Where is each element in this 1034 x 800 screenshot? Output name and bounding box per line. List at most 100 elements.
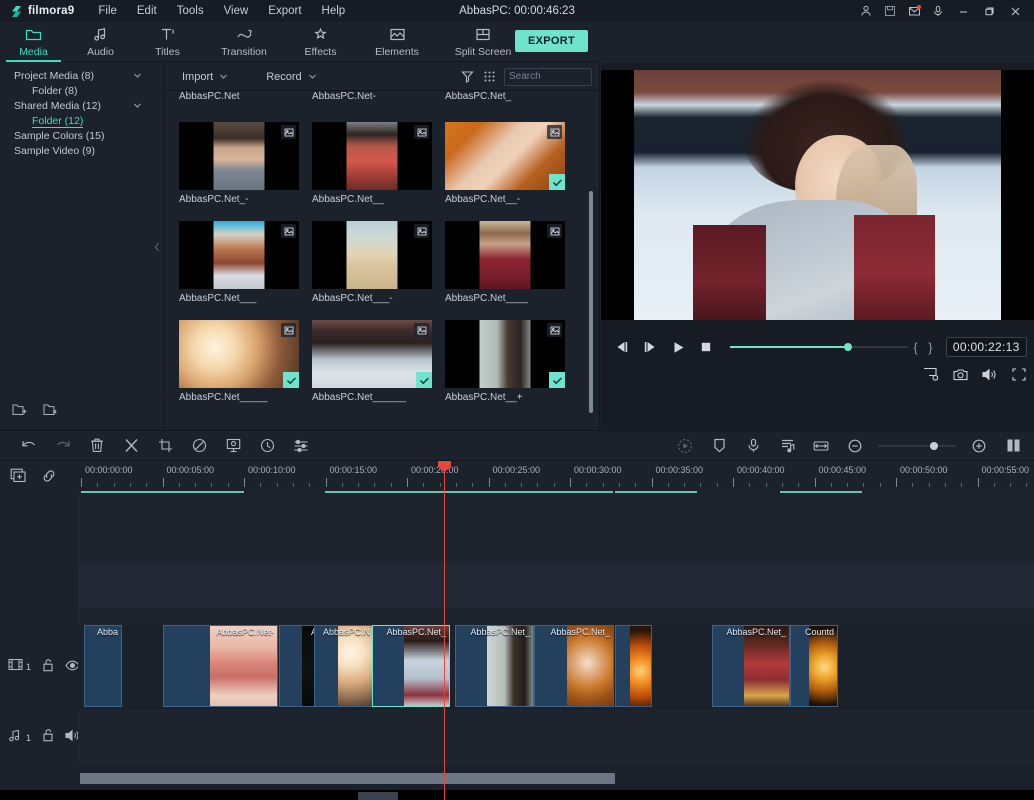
media-thumbnail[interactable]: [179, 122, 299, 190]
tab-transition[interactable]: Transition: [201, 22, 287, 62]
zoom-out-icon[interactable]: [838, 434, 872, 458]
redo-icon[interactable]: [46, 434, 80, 458]
timeline-horizontal-scrollbar[interactable]: [80, 773, 615, 784]
panel-collapse-handle[interactable]: [152, 240, 162, 254]
tree-item-folder-12[interactable]: Folder (12): [0, 114, 164, 128]
fullscreen-icon[interactable]: [1012, 368, 1026, 381]
tab-effects[interactable]: Effects: [287, 22, 354, 62]
tab-titles[interactable]: Titles: [134, 22, 201, 62]
media-thumbnail[interactable]: [312, 221, 432, 289]
media-item[interactable]: AbbasPC.Net_____: [179, 320, 312, 406]
timeline-clip[interactable]: [615, 625, 652, 707]
timeline-clip[interactable]: AbbasPC.Net-: [163, 625, 278, 707]
media-item[interactable]: AbbasPC.Net______: [312, 320, 445, 406]
split-view-icon[interactable]: [996, 434, 1030, 458]
search-box[interactable]: [504, 68, 592, 86]
speed-icon[interactable]: [250, 434, 284, 458]
timeline-clip[interactable]: Abba: [84, 625, 122, 707]
timeline-clip[interactable]: AbbasPC.N: [314, 625, 374, 707]
tree-item-sample-video[interactable]: Sample Video (9): [0, 144, 164, 158]
media-thumbnail[interactable]: [445, 122, 565, 190]
link-icon[interactable]: [41, 469, 57, 488]
tab-split-screen[interactable]: Split Screen: [440, 22, 526, 62]
audio-track-lane[interactable]: [78, 710, 1034, 765]
chevron-down-icon[interactable]: [133, 71, 142, 80]
media-thumbnail[interactable]: [445, 320, 565, 388]
audio-mixer-icon[interactable]: [284, 434, 318, 458]
export-button[interactable]: EXPORT: [515, 30, 588, 52]
menu-item-file[interactable]: File: [88, 2, 127, 20]
mark-out-button[interactable]: }: [923, 340, 938, 355]
save-icon[interactable]: [878, 0, 902, 22]
timeline-zoom-slider[interactable]: [878, 439, 956, 453]
tree-item-sample-colors[interactable]: Sample Colors (15): [0, 129, 164, 143]
media-thumbnail[interactable]: [179, 221, 299, 289]
media-item[interactable]: AbbasPC.Net_-: [179, 122, 312, 208]
preview-stage[interactable]: [601, 70, 1034, 320]
media-thumbnail[interactable]: [312, 320, 432, 388]
stop-button[interactable]: [692, 335, 720, 359]
zoom-in-icon[interactable]: [962, 434, 996, 458]
media-item[interactable]: AbbasPC.Net___-: [312, 221, 445, 307]
media-item[interactable]: AbbasPC.Net: [179, 91, 312, 109]
timeline-clip[interactable]: AbbasPC.Net_: [372, 625, 450, 707]
timeline-empty-lane-3[interactable]: [78, 608, 1034, 625]
crop-icon[interactable]: [148, 434, 182, 458]
media-item[interactable]: AbbasPC.Net_: [445, 91, 578, 109]
media-vertical-scrollbar[interactable]: [589, 191, 593, 413]
timeline-clip[interactable]: Countd: [790, 625, 838, 707]
color-icon[interactable]: [182, 434, 216, 458]
fit-timeline-icon[interactable]: [804, 434, 838, 458]
tab-audio[interactable]: Audio: [67, 22, 134, 62]
detach-audio-icon[interactable]: [770, 434, 804, 458]
voiceover-icon[interactable]: [736, 434, 770, 458]
media-thumbnail[interactable]: [312, 122, 432, 190]
chevron-down-icon[interactable]: [133, 101, 142, 110]
tab-media[interactable]: Media: [0, 22, 67, 62]
import-button[interactable]: Import: [176, 66, 234, 88]
menu-item-export[interactable]: Export: [258, 2, 311, 20]
timeline-empty-lane-1[interactable]: [78, 495, 1034, 563]
timeline-ruler[interactable]: 00:00:00:0000:00:05:0000:00:10:0000:00:1…: [78, 461, 1034, 495]
filter-icon[interactable]: [456, 66, 478, 88]
media-item[interactable]: AbbasPC.Net____: [445, 221, 578, 307]
unlock-icon[interactable]: [42, 658, 54, 677]
timeline-clip[interactable]: AbbasPC.Net_: [455, 625, 534, 707]
timeline-clip[interactable]: AbbasPC.Net_: [534, 625, 614, 707]
mail-icon[interactable]: [902, 0, 926, 22]
close-button[interactable]: [1002, 0, 1028, 22]
mic-icon[interactable]: [926, 0, 950, 22]
add-track-icon[interactable]: [10, 468, 27, 488]
tree-item-folder-8[interactable]: Folder (8): [0, 84, 164, 98]
player-timecode[interactable]: 00:00:22:13: [946, 337, 1027, 357]
camera-icon[interactable]: [953, 368, 968, 381]
media-thumbnail[interactable]: [445, 221, 565, 289]
seek-handle[interactable]: [844, 343, 852, 351]
delete-icon[interactable]: [80, 434, 114, 458]
render-preview-icon[interactable]: [668, 434, 702, 458]
menu-item-edit[interactable]: Edit: [127, 2, 167, 20]
new-folder-icon[interactable]: [12, 403, 27, 421]
previous-frame-button[interactable]: [608, 335, 636, 359]
media-grid-scroll[interactable]: AbbasPC.Net AbbasPC.Net- AbbasPC.Net_: [166, 91, 600, 429]
minimize-button[interactable]: [950, 0, 976, 22]
tab-elements[interactable]: Elements: [354, 22, 440, 62]
timeline-clip[interactable]: AbbasPC.Net_: [712, 625, 790, 707]
menu-item-view[interactable]: View: [214, 2, 259, 20]
timeline-empty-lane-2[interactable]: [78, 563, 1034, 608]
tree-item-shared-media[interactable]: Shared Media (12): [0, 99, 164, 113]
tree-item-project-media[interactable]: Project Media (8): [0, 69, 164, 83]
display-settings-icon[interactable]: [923, 367, 939, 381]
undo-icon[interactable]: [12, 434, 46, 458]
media-item[interactable]: AbbasPC.Net__: [312, 122, 445, 208]
account-icon[interactable]: [854, 0, 878, 22]
delete-folder-icon[interactable]: [43, 403, 58, 421]
zoom-slider-handle[interactable]: [930, 442, 938, 450]
split-icon[interactable]: [114, 434, 148, 458]
menu-item-help[interactable]: Help: [312, 2, 356, 20]
record-button[interactable]: Record: [260, 66, 322, 88]
media-item[interactable]: AbbasPC.Net___: [179, 221, 312, 307]
restore-button[interactable]: [976, 0, 1002, 22]
media-thumbnail[interactable]: [179, 320, 299, 388]
menu-item-tools[interactable]: Tools: [167, 2, 214, 20]
